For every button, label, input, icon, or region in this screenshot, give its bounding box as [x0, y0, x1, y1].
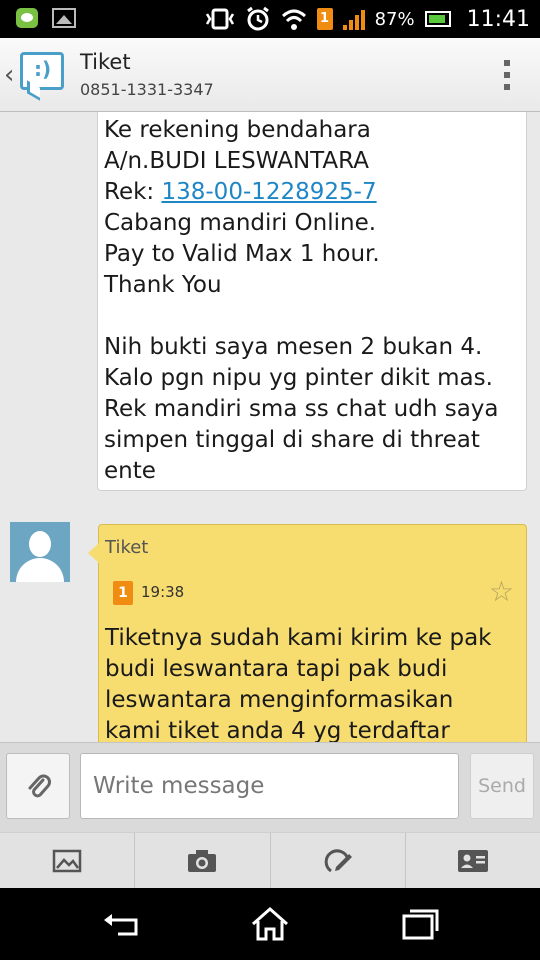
star-icon[interactable]: ☆: [489, 575, 514, 608]
message-line: Cabang mandiri Online.: [104, 210, 377, 236]
contact-card-icon: [457, 849, 488, 872]
message-line: Kalo pgn nipu yg pinter dikit mas.: [104, 365, 493, 391]
message-line-account: Rek: 138-00-1228925-7: [104, 177, 524, 208]
avatar-head: [29, 531, 51, 557]
gallery-icon: [52, 849, 82, 872]
message-line: Thank You: [104, 272, 222, 298]
message-line-blank: [104, 301, 524, 332]
recent-apps-button[interactable]: [398, 906, 442, 942]
clock: 11:41: [466, 6, 530, 32]
message-line: Rek mandiri sma ss chat udh saya: [104, 396, 499, 422]
recent-apps-icon: [402, 909, 439, 940]
contact-name: Tiket: [80, 50, 131, 74]
line-app-icon: [16, 8, 38, 28]
message-line: Tiketnya sudah kami kirim ke pak: [105, 625, 492, 651]
contact-card-button[interactable]: [406, 833, 540, 888]
alarm-icon: [246, 6, 269, 31]
account-prefix: Rek:: [104, 179, 162, 205]
camera-icon: [188, 849, 217, 872]
avatar[interactable]: [10, 522, 70, 582]
paperclip-icon: [28, 774, 51, 798]
sketch-button[interactable]: [271, 833, 406, 888]
gallery-button[interactable]: [0, 833, 136, 888]
message-line: A/n.BUDI LESWANTARA: [104, 148, 369, 174]
message-input[interactable]: [80, 753, 459, 819]
overflow-menu-icon[interactable]: [504, 60, 510, 90]
account-number-link[interactable]: 138-00-1228925-7: [161, 179, 376, 205]
outgoing-message-bubble[interactable]: Ke rekening bendahara A/n.BUDI LESWANTAR…: [97, 112, 527, 491]
signal-icon: [342, 8, 365, 30]
message-line: leswantara menginformasikan: [105, 687, 454, 713]
messaging-screen: 1 87% 11:41 ‹ :) Tiket 0851-1331-3347 Ke…: [0, 0, 540, 960]
message-line: Nih bukti saya mesen 2 bukan 4.: [104, 334, 483, 360]
battery-percent: 87%: [374, 8, 415, 30]
message-line: kami tiket anda 4 yg terdaftar: [105, 718, 450, 742]
status-bar: 1 87% 11:41: [0, 0, 540, 38]
battery-icon: [424, 11, 451, 27]
attach-button[interactable]: [6, 753, 70, 819]
messaging-app-icon: :): [20, 52, 64, 90]
navigation-bar: [0, 888, 540, 960]
message-line: Pay to Valid Max 1 hour.: [104, 241, 380, 267]
vibrate-icon: [205, 8, 234, 30]
camera-button[interactable]: [135, 833, 271, 888]
image-notification-icon: [52, 8, 76, 28]
message-text: Ke rekening bendahara A/n.BUDI LESWANTAR…: [104, 115, 524, 487]
attachment-toolbar: [0, 832, 540, 888]
message-line: simpen tinggal di share di threat: [104, 427, 480, 453]
avatar-body: [16, 558, 64, 582]
sim-icon: 1: [316, 8, 333, 30]
back-icon: [104, 914, 138, 936]
message-text: Tiketnya sudah kami kirim ke pak budi le…: [105, 623, 525, 742]
message-timestamp: 19:38: [141, 583, 185, 601]
message-line: budi leswantara tapi pak budi: [105, 656, 448, 682]
incoming-message-bubble[interactable]: Tiket 1 19:38 ☆ Tiketnya sudah kami kiri…: [88, 524, 527, 742]
home-icon: [252, 906, 288, 941]
conversation-header[interactable]: ‹ :) Tiket 0851-1331-3347: [0, 38, 540, 112]
message-list[interactable]: Ke rekening bendahara A/n.BUDI LESWANTAR…: [0, 112, 540, 742]
send-button[interactable]: Send: [470, 753, 534, 819]
composer-bar: Send: [0, 742, 540, 832]
back-chevron-icon[interactable]: ‹: [4, 60, 14, 90]
sender-name: Tiket: [105, 537, 149, 558]
sim-icon: 1: [113, 581, 133, 605]
back-button[interactable]: [100, 906, 144, 942]
wifi-icon: [281, 9, 306, 30]
contact-number: 0851-1331-3347: [80, 80, 214, 99]
home-button[interactable]: [248, 906, 292, 942]
sketch-icon: [324, 848, 352, 872]
message-line: Ke rekening bendahara: [104, 117, 371, 143]
message-line: ente: [104, 458, 156, 484]
